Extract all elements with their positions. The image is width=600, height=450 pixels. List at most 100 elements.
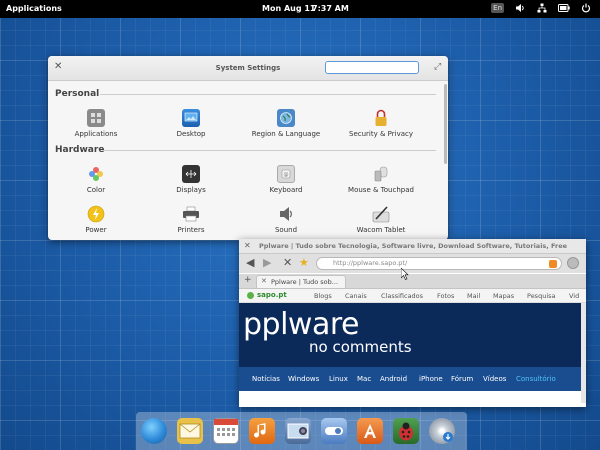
system-settings-window: ✕ System Settings ⤢ Personal Application…	[48, 56, 448, 240]
panel-date[interactable]: Mon Aug 11	[262, 4, 315, 13]
section-divider	[102, 150, 436, 151]
settings-item-mouse-touchpad[interactable]: Mouse & Touchpad	[336, 165, 426, 194]
tab-pplware[interactable]: ✕ Pplware | Tudo sob...	[256, 275, 346, 288]
site-nav-android[interactable]: Android	[380, 375, 407, 383]
keyboard-layout-indicator[interactable]: En	[491, 3, 504, 13]
settings-item-label: Keyboard	[269, 186, 303, 194]
stop-icon[interactable]: ✕	[283, 257, 292, 269]
site-nav-windows[interactable]: Windows	[288, 375, 319, 383]
settings-item-label: Wacom Tablet	[356, 226, 406, 234]
window-title: Pplware | Tudo sobre Tecnologia, Softwar…	[259, 242, 569, 250]
settings-item-keyboard[interactable]: @ Keyboard	[241, 165, 331, 194]
settings-titlebar[interactable]: ✕ System Settings ⤢	[48, 56, 448, 81]
new-tab-icon[interactable]: +	[244, 275, 252, 285]
section-label-hardware: Hardware	[55, 145, 105, 155]
scrollbar[interactable]	[444, 84, 447, 164]
site-nav-linux[interactable]: Linux	[329, 375, 348, 383]
panel-time[interactable]: 7:37 AM	[312, 4, 349, 13]
sapo-nav-mapas[interactable]: Mapas	[493, 292, 514, 300]
maximize-icon[interactable]: ⤢	[434, 62, 441, 72]
sapo-logo-icon	[247, 292, 254, 299]
keyboard-icon: @	[277, 165, 295, 183]
settings-item-printers[interactable]: Printers	[146, 205, 236, 234]
sapo-nav-mail[interactable]: Mail	[467, 292, 480, 300]
color-icon	[87, 165, 105, 183]
settings-item-label: Mouse & Touchpad	[348, 186, 414, 194]
site-logo[interactable]: pplware	[243, 309, 359, 341]
site-nav-iphone[interactable]: iPhone	[419, 375, 443, 383]
system-settings-icon[interactable]	[321, 418, 347, 444]
settings-item-displays[interactable]: Displays	[146, 165, 236, 194]
photos-icon[interactable]	[285, 418, 311, 444]
settings-item-label: Desktop	[176, 130, 206, 138]
battery-icon[interactable]	[558, 2, 570, 14]
settings-item-power[interactable]: Power	[51, 205, 141, 234]
settings-item-applications[interactable]: Applications	[51, 109, 141, 138]
scrollbar[interactable]	[581, 303, 586, 403]
sapo-nav-pesquisa[interactable]: Pesquisa	[527, 292, 556, 300]
url-input[interactable]: http://pplware.sapo.pt/	[316, 257, 562, 270]
settings-item-sound[interactable]: Sound	[241, 205, 331, 234]
network-icon[interactable]	[536, 2, 548, 14]
settings-item-color[interactable]: Color	[51, 165, 141, 194]
section-divider	[100, 94, 436, 95]
site-tagline: no comments	[309, 338, 412, 356]
search-input[interactable]	[325, 61, 419, 74]
dock	[136, 412, 467, 450]
site-nav-noticias[interactable]: Notícias	[252, 375, 280, 383]
settings-item-security-privacy[interactable]: Security & Privacy	[336, 109, 426, 138]
sapo-nav-classificados[interactable]: Classificados	[381, 292, 423, 300]
rss-icon[interactable]	[549, 260, 557, 268]
back-icon[interactable]: ◀	[246, 257, 254, 269]
site-nav: Notícias Windows Linux Mac Android iPhon…	[239, 367, 581, 391]
disc-install-icon[interactable]	[429, 418, 455, 444]
bookmark-star-icon[interactable]: ★	[299, 257, 309, 269]
tab-bar: + ✕ Pplware | Tudo sob...	[239, 274, 586, 289]
sapo-nav-blogs[interactable]: Blogs	[314, 292, 332, 300]
browser-titlebar[interactable]: ✕ Pplware | Tudo sobre Tecnologia, Softw…	[239, 239, 586, 254]
power-icon	[87, 205, 105, 223]
mouse-cursor-icon	[401, 268, 409, 280]
sapo-nav-canais[interactable]: Canais	[345, 292, 367, 300]
region-language-icon	[277, 109, 295, 127]
music-icon[interactable]	[249, 418, 275, 444]
settings-item-label: Displays	[176, 186, 206, 194]
tab-label: Pplware | Tudo sob...	[271, 278, 338, 286]
settings-item-region-language[interactable]: Region & Language	[241, 109, 331, 138]
printer-icon	[182, 205, 200, 223]
sapo-nav-videos[interactable]: Vid	[569, 292, 579, 300]
settings-item-wacom-tablet[interactable]: Wacom Tablet	[336, 205, 426, 234]
applications-menu[interactable]: Applications	[6, 4, 62, 13]
section-label-personal: Personal	[55, 89, 100, 99]
site-nav-videos[interactable]: Vídeos	[483, 375, 506, 383]
tablet-icon	[372, 205, 390, 223]
gear-icon[interactable]	[567, 257, 579, 269]
site-nav-consultorio[interactable]: Consultório	[516, 375, 556, 383]
settings-item-label: Printers	[177, 226, 205, 234]
settings-item-label: Region & Language	[251, 130, 321, 138]
bug-icon[interactable]	[393, 418, 419, 444]
web-browser-icon[interactable]	[141, 418, 167, 444]
top-panel: Applications Mon Aug 11 7:37 AM En	[0, 0, 600, 18]
forward-icon[interactable]: ▶	[263, 257, 271, 269]
calendar-icon[interactable]	[213, 418, 239, 444]
close-icon[interactable]: ✕	[244, 241, 251, 250]
desktop-icon	[182, 109, 200, 127]
close-icon[interactable]: ✕	[261, 277, 267, 285]
settings-item-desktop[interactable]: Desktop	[146, 109, 236, 138]
sapo-nav-fotos[interactable]: Fotos	[437, 292, 454, 300]
sapo-logo[interactable]: sapo.pt	[257, 291, 287, 299]
displays-icon	[182, 165, 200, 183]
settings-item-label: Applications	[74, 130, 118, 138]
power-icon[interactable]	[580, 2, 592, 14]
panel-indicators: En	[491, 2, 592, 14]
site-nav-forum[interactable]: Fórum	[451, 375, 473, 383]
app-center-icon[interactable]	[357, 418, 383, 444]
svg-text:@: @	[284, 172, 289, 178]
mail-icon[interactable]	[177, 418, 203, 444]
volume-icon[interactable]	[514, 2, 526, 14]
lock-icon	[372, 109, 390, 127]
settings-item-label: Security & Privacy	[349, 130, 413, 138]
settings-item-label: Color	[86, 186, 106, 194]
site-nav-mac[interactable]: Mac	[357, 375, 371, 383]
